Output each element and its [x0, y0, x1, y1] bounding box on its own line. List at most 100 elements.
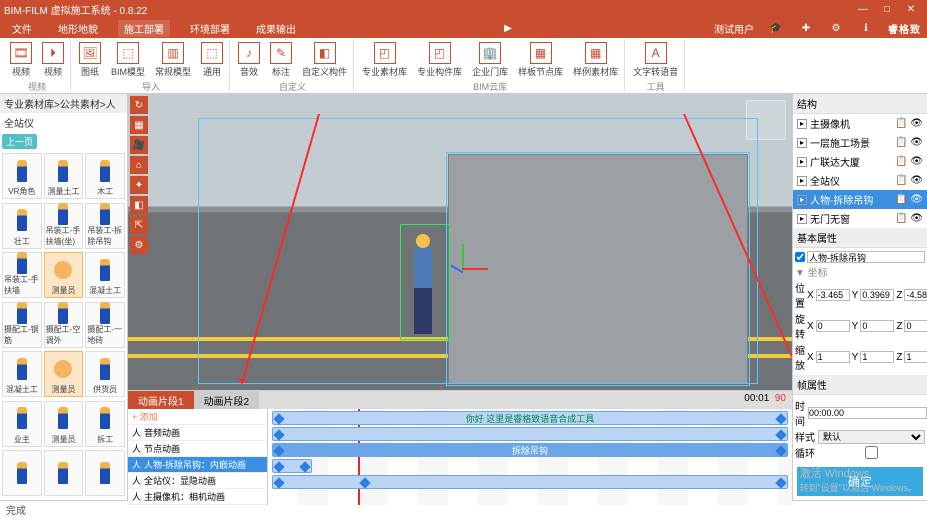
min-button[interactable]: — [851, 4, 875, 15]
ribbon-视频[interactable]: 🎞视频 [8, 40, 34, 80]
menu-environment[interactable]: 环境部署 [184, 20, 236, 37]
viewport-tool[interactable]: ▦ [130, 116, 148, 134]
close-button[interactable]: ✕ [899, 4, 923, 15]
timeline-row[interactable]: 人节点动画 [128, 441, 267, 457]
asset-item[interactable]: 吊装工-拆除吊钩 [85, 203, 125, 249]
name-field[interactable] [807, 251, 925, 263]
ribbon-专业构件库[interactable]: ◰专业构件库 [415, 40, 464, 80]
scl-x[interactable] [816, 351, 850, 363]
asset-item[interactable]: 拆工 [85, 401, 125, 447]
assets-breadcrumb[interactable]: 专业素材库>公共素材>人 [0, 94, 127, 113]
asset-item[interactable] [85, 450, 125, 496]
menu-output[interactable]: 成果输出 [250, 20, 302, 37]
asset-item[interactable]: 壮工 [2, 203, 42, 249]
menu-terrain[interactable]: 地形地貌 [52, 20, 104, 37]
rot-z[interactable] [904, 320, 927, 332]
right-panel: 结构 ▸主摄像机📋 👁▸一层施工场景📋 👁▸广联达大厦📋 👁▸全站仪📋 👁▸人物… [792, 94, 927, 500]
viewport-tool[interactable]: ✦ [130, 176, 148, 194]
timeline-tab-1[interactable]: 动画片段1 [128, 391, 194, 409]
hierarchy-node[interactable]: ▸无门无窗📋 👁 [793, 209, 927, 228]
asset-item[interactable]: 摄配工-一地砖 [85, 302, 125, 348]
scl-y[interactable] [860, 351, 894, 363]
play-button[interactable]: ▶ [497, 21, 519, 35]
ribbon-样例素材库[interactable]: ▦样例素材库 [571, 40, 620, 80]
max-button[interactable]: □ [875, 4, 899, 15]
asset-item[interactable]: 业主 [2, 401, 42, 447]
ribbon-企业门库[interactable]: 🏢企业门库 [470, 40, 510, 80]
user-label[interactable]: 测试用户 [714, 21, 754, 36]
asset-item[interactable]: 测量员 [44, 351, 84, 397]
rot-y[interactable] [860, 320, 894, 332]
viewport-tool[interactable]: ⚙ [130, 236, 148, 254]
timeline-row[interactable]: 人人物-拆除吊钩：内嵌动画 [128, 457, 267, 473]
graduate-icon[interactable]: 🎓 [768, 21, 784, 35]
timeline-tabs: 动画片段1 动画片段2 00:01 90 [128, 391, 792, 409]
ribbon-常规模型[interactable]: ▥常规模型 [153, 40, 193, 80]
assets-filter[interactable]: 全站仪 [0, 113, 127, 132]
info-icon[interactable]: ℹ [858, 21, 874, 35]
window-title: BIM-FILM 虚拟施工系统 - 0.8.22 [4, 2, 851, 17]
timeline-row[interactable]: 人音频动画 [128, 425, 267, 441]
frame-style[interactable]: 默认 [818, 430, 925, 444]
asset-item[interactable]: VR角色 [2, 153, 42, 199]
ribbon-自定义构件[interactable]: ◧自定义构件 [300, 40, 349, 80]
hierarchy-node[interactable]: ▸人物-拆除吊钩📋 👁 [793, 190, 927, 209]
ribbon-专业素材库[interactable]: ◰专业素材库 [360, 40, 409, 80]
ribbon-标注[interactable]: ✎标注 [268, 40, 294, 80]
ribbon-音效[interactable]: ♪音效 [236, 40, 262, 80]
frameprops-title: 帧属性 [793, 375, 927, 395]
ribbon-BIM模型[interactable]: ⬚BIM模型 [109, 40, 147, 80]
asset-item[interactable] [2, 450, 42, 496]
asset-item[interactable]: 测量员 [44, 401, 84, 447]
timeline-tracks[interactable]: 你好 这里是睿格致语音合成工具 拆除吊钩 [268, 409, 792, 505]
viewport-tool[interactable]: 🎥 [130, 136, 148, 154]
viewport-tool[interactable]: ⌂ [130, 156, 148, 174]
ribbon-样板节点库[interactable]: ▦样板节点库 [516, 40, 565, 80]
coord-reset[interactable]: ▼ 坐标 [795, 264, 925, 279]
assets-back[interactable]: 上一页 [2, 134, 37, 149]
confirm-button[interactable]: 确定 [797, 467, 923, 496]
asset-item[interactable]: 吊装工-手扶墙(坐) [44, 203, 84, 249]
frame-loop[interactable] [818, 446, 925, 459]
asset-item[interactable] [44, 450, 84, 496]
asset-item[interactable]: 测量员 [44, 252, 84, 298]
asset-item[interactable]: 木工 [85, 153, 125, 199]
hierarchy-node[interactable]: ▸一层施工场景📋 👁 [793, 133, 927, 152]
asset-item[interactable]: 摄配工-空调外 [44, 302, 84, 348]
viewport-tool[interactable]: ↻ [130, 96, 148, 114]
viewport-tool[interactable]: ◧ [130, 196, 148, 214]
timeline-row[interactable]: 人主摄像机：相机动画 [128, 489, 267, 505]
plus-icon[interactable]: ✚ [798, 21, 814, 35]
viewport-tool[interactable]: ⇱ [130, 216, 148, 234]
menu-construct[interactable]: 施工部署 [118, 20, 170, 37]
hierarchy-node[interactable]: ▸广联达大厦📋 👁 [793, 152, 927, 171]
menu-file[interactable]: 文件 [6, 20, 38, 37]
menu-bar: 文件 地形地貌 施工部署 环境部署 成果输出 ▶ 测试用户 🎓 ✚ ⚙ ℹ 睿格… [0, 18, 927, 38]
title-bar: BIM-FILM 虚拟施工系统 - 0.8.22 — □ ✕ [0, 0, 927, 18]
name-visible-checkbox[interactable] [795, 252, 805, 262]
timeline-add[interactable]: + 添加 [132, 410, 158, 423]
ribbon-视频[interactable]: ⏵视频 [40, 40, 66, 80]
asset-item[interactable]: 混凝土工 [85, 252, 125, 298]
asset-item[interactable]: 摄配工-钢筋 [2, 302, 42, 348]
ribbon-文字转语音[interactable]: A文字转语音 [631, 40, 680, 80]
hierarchy-node[interactable]: ▸全站仪📋 👁 [793, 171, 927, 190]
ribbon-通用[interactable]: ⬚通用 [199, 40, 225, 80]
asset-item[interactable]: 供货员 [85, 351, 125, 397]
scl-z[interactable] [904, 351, 927, 363]
timeline-row[interactable]: 人全站仪：显隐动画 [128, 473, 267, 489]
pos-x[interactable] [816, 289, 850, 301]
timeline-tab-2[interactable]: 动画片段2 [194, 391, 260, 409]
ribbon-图纸[interactable]: 🖼图纸 [77, 40, 103, 80]
asset-item[interactable]: 混凝土工 [2, 351, 42, 397]
asset-item[interactable]: 测量土工 [44, 153, 84, 199]
pos-z[interactable] [904, 289, 927, 301]
pos-y[interactable] [860, 289, 894, 301]
rot-x[interactable] [816, 320, 850, 332]
hierarchy-node[interactable]: ▸主摄像机📋 👁 [793, 114, 927, 133]
frame-time[interactable] [808, 407, 927, 419]
asset-item[interactable]: 吊装工-手扶墙 [2, 252, 42, 298]
move-gizmo[interactable] [438, 244, 488, 294]
settings-icon[interactable]: ⚙ [828, 21, 844, 35]
viewport[interactable] [128, 94, 792, 390]
